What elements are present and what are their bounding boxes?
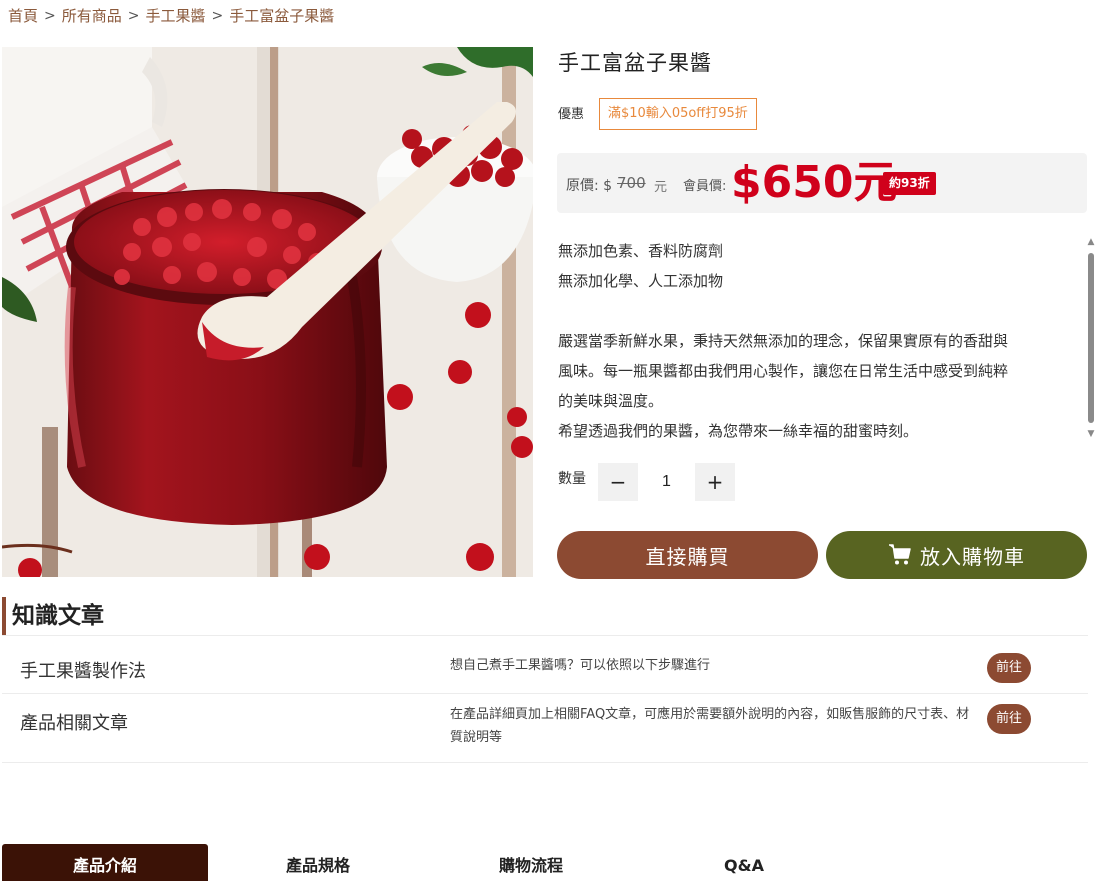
article-go-button[interactable]: 前往 [987,704,1032,734]
article-description: 想自己煮手工果醬嗎？可以依照以下步驟進行 [450,658,711,673]
article-row: 手工果醬製作法 想自己煮手工果醬嗎？可以依照以下步驟進行 前往 [2,635,1088,693]
product-description[interactable]: 無添加色素、香料防腐劑 無添加化學、人工添加物 嚴選當季新鮮水果，秉持天然無添加… [558,236,1068,446]
description-line: 嚴選當季新鮮水果，秉持天然無添加的理念，保留果實原有的香甜與 [558,332,1009,350]
breadcrumb: 首頁 > 所有商品 > 手工果醬 > 手工富盆子果醬 [8,5,334,26]
tab-product-intro[interactable]: 產品介紹 [2,844,208,881]
quantity-increase-button[interactable]: + [695,463,735,501]
breadcrumb-separator: > [127,7,140,24]
product-page: 首頁 > 所有商品 > 手工果醬 > 手工富盆子果醬 手工富盆子果醬 優惠 滿$… [0,0,1100,881]
original-price-label: 原價: $ [566,178,613,194]
discount-badge: 約93折 [883,172,936,195]
quantity-stepper: − + [598,463,735,501]
breadcrumb-all-products[interactable]: 所有商品 [62,5,122,26]
quantity-label: 數量 [558,471,586,487]
articles-heading: 知識文章 [2,597,104,635]
description-scrollbar[interactable]: ▲ ▼ [1086,238,1096,439]
description-line: 希望透過我們的果醬，為您帶來一絲幸福的甜蜜時刻。 [558,422,919,440]
scroll-up-arrow-icon[interactable]: ▲ [1086,238,1096,247]
product-title: 手工富盆子果醬 [558,51,712,75]
add-to-cart-label: 放入購物車 [920,544,1025,569]
article-description: 在產品詳細頁加上相關FAQ文章，可應用於需要額外說明的內容，如販售服飾的尺寸表、… [450,707,970,745]
scroll-thumb[interactable] [1088,253,1094,423]
quantity-decrease-button[interactable]: − [598,463,638,501]
tab-product-spec[interactable]: 產品規格 [215,844,421,881]
product-image[interactable] [2,47,533,577]
promo-label: 優惠 [558,107,585,122]
article-go-button[interactable]: 前往 [987,653,1032,683]
article-title: 產品相關文章 [20,713,128,734]
description-line: 無添加化學、人工添加物 [558,272,724,290]
breadcrumb-category[interactable]: 手工果醬 [146,5,206,26]
quantity-input[interactable] [638,463,695,501]
product-tabs: 產品介紹 產品規格 購物流程 Q&A [2,844,1088,881]
promo-tag[interactable]: 滿$10輸入05off打95折 [599,98,757,130]
original-price: 700 [617,174,646,192]
add-to-cart-button[interactable]: 放入購物車 [826,531,1087,579]
member-price: $650元 [731,157,898,208]
breadcrumb-home[interactable]: 首頁 [8,5,38,26]
original-price-unit: 元 [654,180,668,195]
article-row: 產品相關文章 在產品詳細頁加上相關FAQ文章，可應用於需要額外說明的內容，如販售… [2,693,1088,763]
description-line: 無添加色素、香料防腐劑 [558,242,724,260]
description-line: 的美味與溫度。 [558,392,664,410]
shopping-cart-icon [889,544,911,565]
scroll-down-arrow-icon[interactable]: ▼ [1086,430,1096,439]
articles-table: 手工果醬製作法 想自己煮手工果醬嗎？可以依照以下步驟進行 前往 產品相關文章 在… [2,635,1088,763]
tab-shopping-process[interactable]: 購物流程 [428,844,634,881]
breadcrumb-separator: > [44,7,56,24]
member-price-label: 會員價: [683,179,727,194]
description-line: 風味。每一瓶果醬都由我們用心製作，讓您在日常生活中感受到純粹 [558,362,1009,380]
breadcrumb-separator: > [211,7,224,24]
price-box: 原價: $ 700 元 會員價: $650元 約93折 [557,153,1087,213]
raspberry-jam-jar-photo [2,47,533,577]
article-title: 手工果醬製作法 [20,661,146,682]
breadcrumb-current[interactable]: 手工富盆子果醬 [229,5,334,26]
tab-qa[interactable]: Q&A [641,844,847,881]
buy-now-button[interactable]: 直接購買 [557,531,818,579]
